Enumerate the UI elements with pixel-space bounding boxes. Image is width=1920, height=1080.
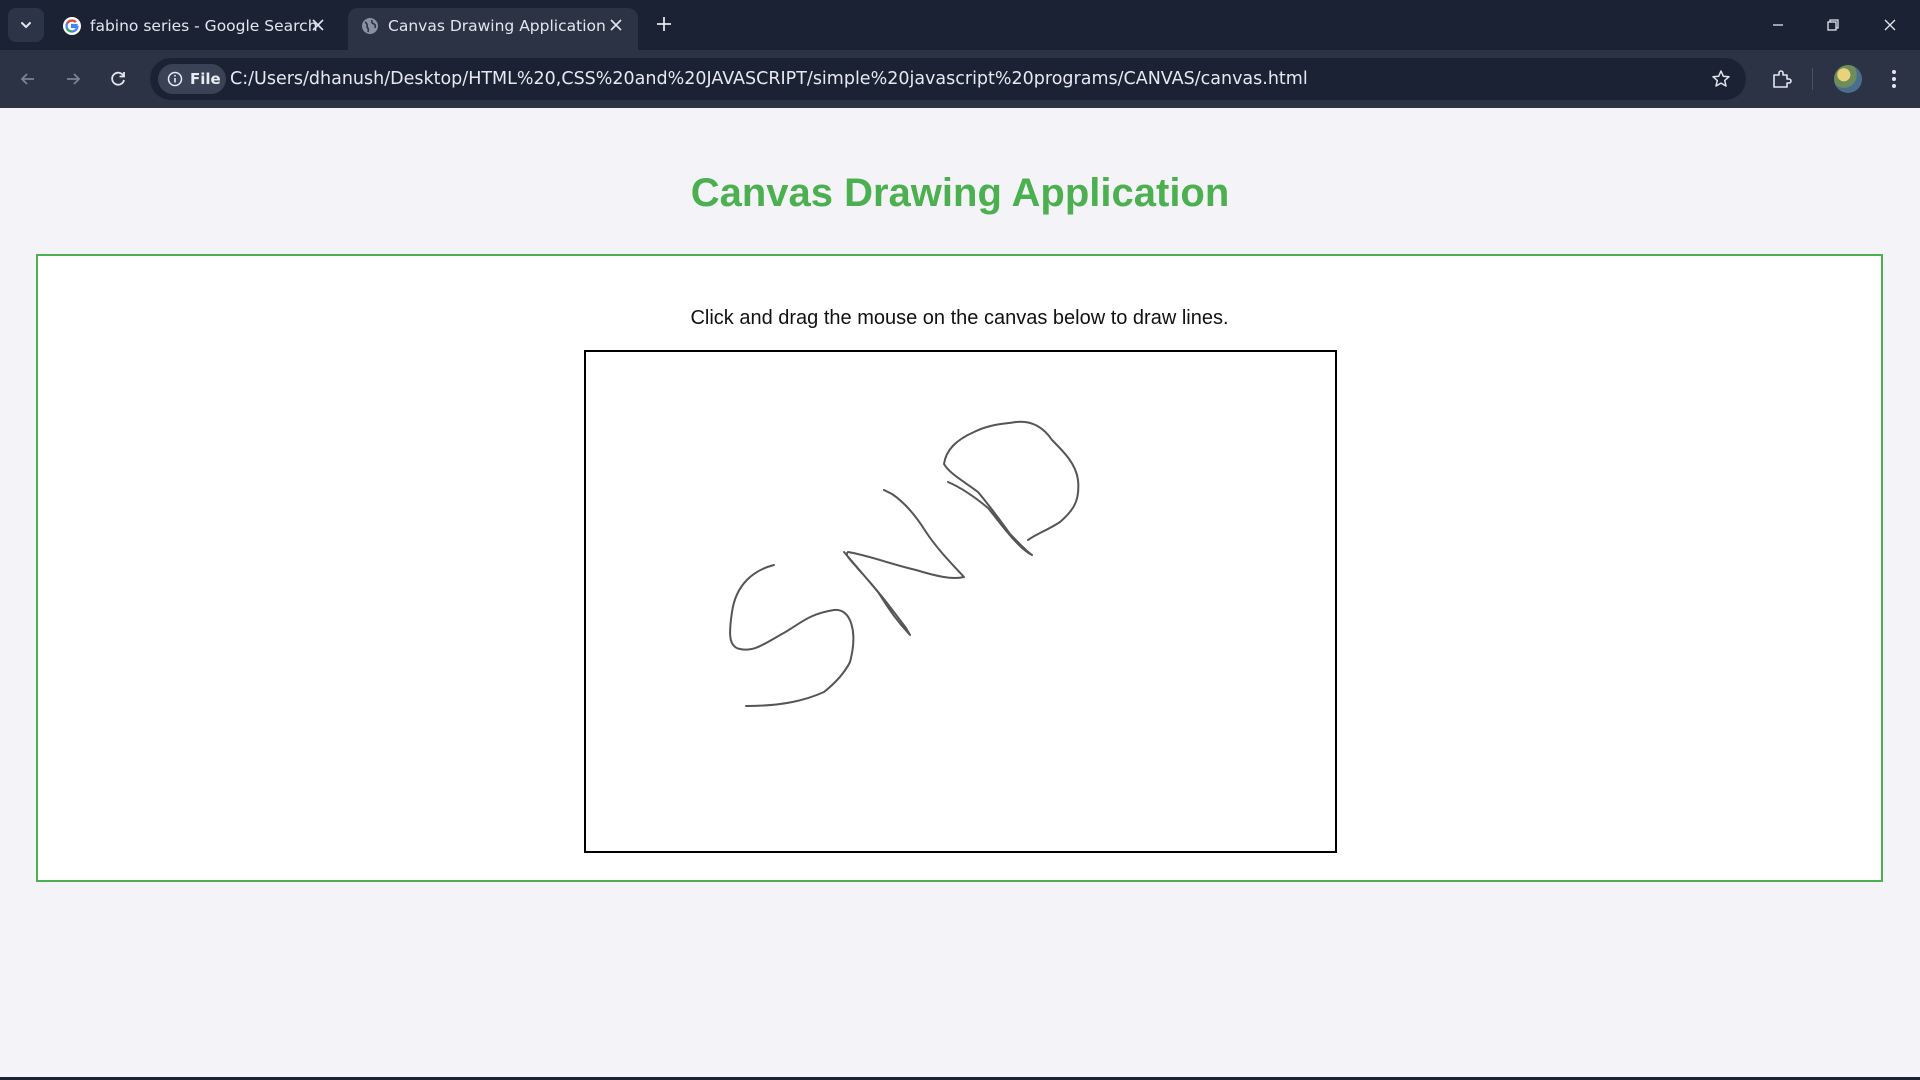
restore-button[interactable] <box>1813 10 1853 40</box>
drawing-canvas[interactable] <box>584 350 1337 853</box>
close-icon[interactable] <box>308 15 328 35</box>
google-icon <box>62 16 82 36</box>
tab-title: Canvas Drawing Application <box>388 17 606 35</box>
close-icon[interactable] <box>606 15 626 35</box>
chevron-down-icon <box>21 22 31 29</box>
close-window-button[interactable] <box>1870 10 1910 40</box>
browser-toolbar: File C:/Users/dhanush/Desktop/HTML%20,CS… <box>0 50 1920 108</box>
url-text[interactable]: C:/Users/dhanush/Desktop/HTML%20,CSS%20a… <box>230 69 1308 89</box>
tab-canvas-drawing[interactable]: Canvas Drawing Application <box>348 8 638 50</box>
instructions-text: Click and drag the mouse on the canvas b… <box>690 307 1229 329</box>
minimize-icon <box>1773 24 1783 26</box>
arrow-left-icon <box>20 73 34 85</box>
puzzle-icon <box>1773 70 1792 88</box>
more-vertical-icon <box>1892 70 1896 88</box>
drawn-stroke <box>943 420 1080 556</box>
drawn-stroke <box>843 489 965 636</box>
reload-button[interactable] <box>104 65 132 93</box>
reload-icon <box>111 71 125 86</box>
tab-title: fabino series - Google Search <box>90 17 318 35</box>
chip-label: File <box>190 70 221 88</box>
restore-icon <box>1827 19 1839 31</box>
arrow-right-icon <box>67 73 81 85</box>
tab-google-search[interactable]: fabino series - Google Search <box>50 8 340 50</box>
bookmark-star-button[interactable] <box>1710 68 1732 90</box>
address-bar[interactable]: File C:/Users/dhanush/Desktop/HTML%20,CS… <box>150 58 1746 100</box>
drawing-container: Click and drag the mouse on the canvas b… <box>36 254 1883 882</box>
page-title: Canvas Drawing Application <box>690 171 1230 215</box>
menu-button[interactable] <box>1880 65 1908 93</box>
back-button[interactable] <box>14 65 42 93</box>
tab-search-button[interactable] <box>8 8 44 42</box>
star-icon <box>1712 70 1730 87</box>
forward-button[interactable] <box>59 65 87 93</box>
tab-bar: fabino series - Google Search Canvas Dra… <box>0 0 1920 50</box>
toolbar-divider <box>1812 68 1813 90</box>
globe-icon <box>360 16 380 36</box>
minimize-button[interactable] <box>1758 10 1798 40</box>
close-icon <box>1884 19 1896 31</box>
canvas-drawing-surface[interactable] <box>586 352 1335 851</box>
drawn-stroke <box>729 564 855 707</box>
info-icon <box>167 71 183 87</box>
new-tab-button[interactable] <box>652 12 676 36</box>
extensions-button[interactable] <box>1768 65 1796 93</box>
profile-avatar[interactable] <box>1834 65 1862 93</box>
site-info-chip[interactable]: File <box>158 64 226 94</box>
plus-icon <box>657 17 671 31</box>
